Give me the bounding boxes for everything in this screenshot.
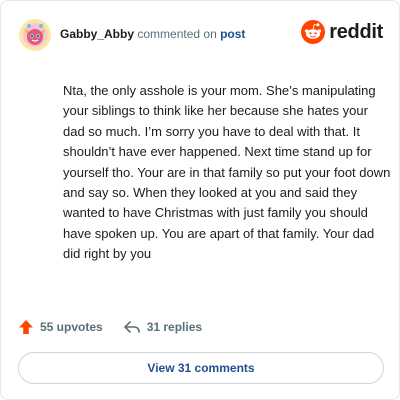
reddit-logo-icon (301, 20, 326, 44)
comment-actions: 55 upvotes 31 replies (18, 317, 202, 337)
comment-meta: Gabby_Abby commented on post (60, 27, 245, 41)
reply-arrow-icon (123, 321, 140, 333)
comment-card: Gabby_Abby commented on post reddit Nta,… (0, 0, 400, 400)
upvote-button[interactable]: 55 upvotes (18, 319, 103, 335)
brand-name: reddit (329, 20, 383, 43)
avatar[interactable] (19, 19, 51, 51)
reply-count: 31 replies (146, 320, 203, 334)
view-comments-button[interactable]: View 31 comments (18, 352, 384, 384)
author-username[interactable]: Gabby_Abby (60, 27, 134, 41)
replies-button[interactable]: 31 replies (123, 319, 202, 335)
action-text: commented on (137, 27, 217, 41)
post-link[interactable]: post (220, 27, 245, 41)
brand[interactable]: reddit (301, 20, 383, 44)
upvote-count: 55 upvotes (40, 320, 103, 334)
comment-body: Nta, the only asshole is your mom. She’s… (63, 83, 391, 262)
upvote-arrow-icon (19, 320, 33, 334)
